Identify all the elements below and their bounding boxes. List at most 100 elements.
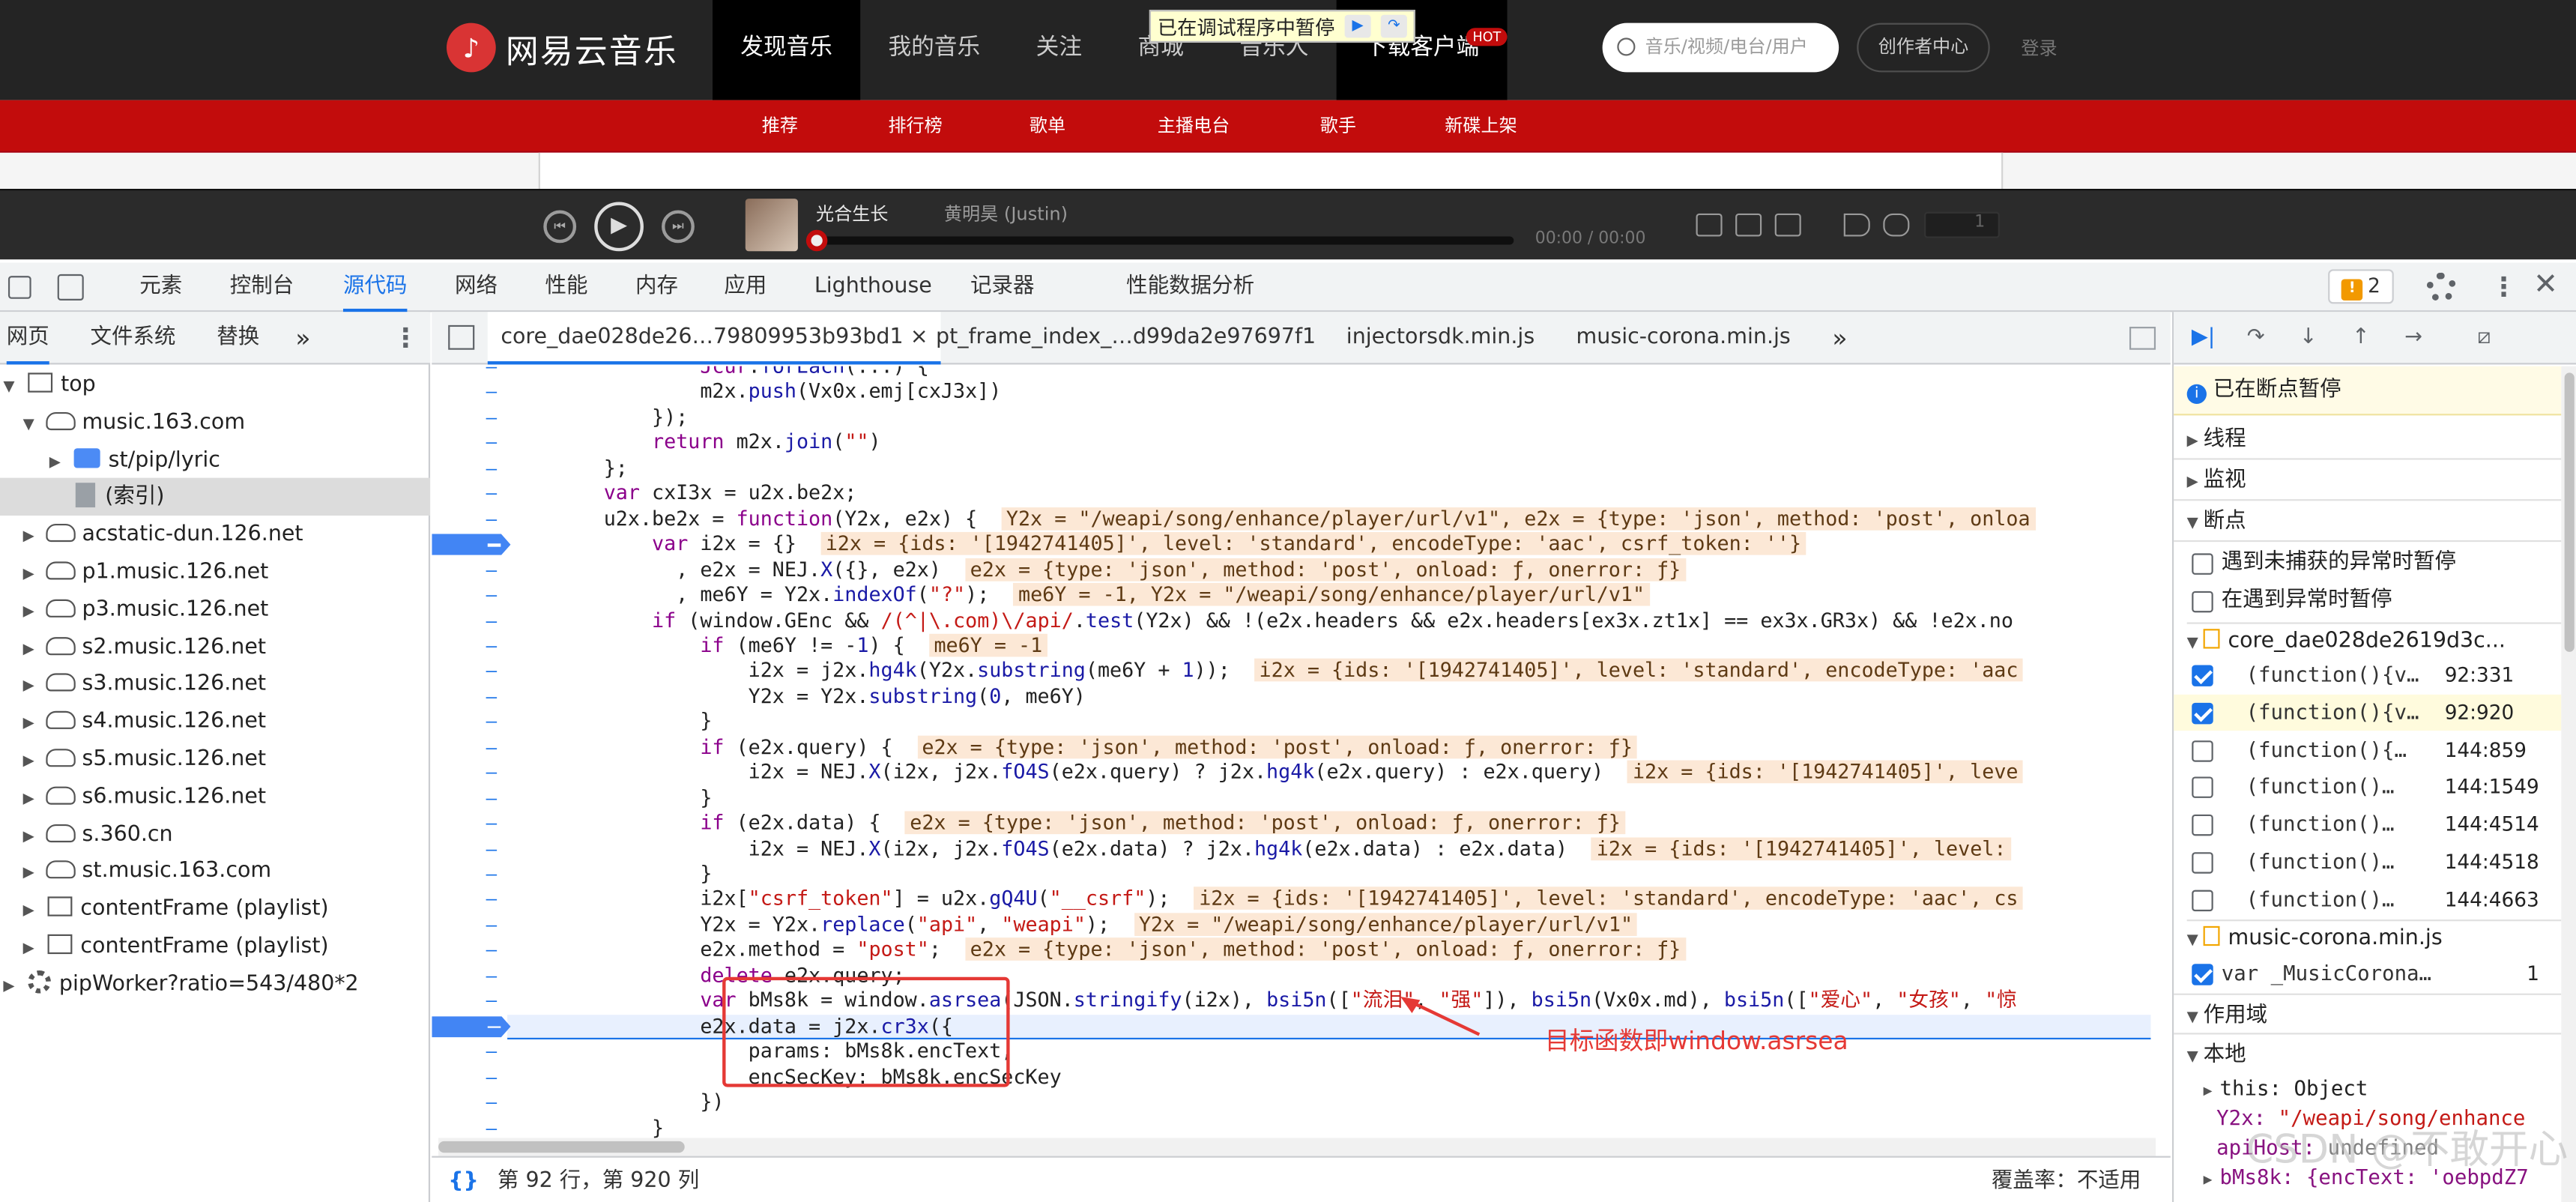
- device-toolbar-icon[interactable]: [57, 274, 84, 300]
- code-line[interactable]: – if (e2x.query) { e2x = {type: 'json', …: [432, 735, 2150, 761]
- code-line[interactable]: – delete e2x.query;: [432, 964, 2150, 989]
- nav-discover[interactable]: 发现音乐: [712, 0, 861, 100]
- sidebar-scroll-thumb[interactable]: [2564, 372, 2575, 652]
- editor-tab-core[interactable]: core_dae028de26…79809953b93bd1 ×: [487, 312, 942, 365]
- tree-item[interactable]: ▶ acstatic-dun.126.net: [0, 516, 430, 553]
- add-to-playlist-icon[interactable]: [1735, 213, 1762, 237]
- progress-bar[interactable]: [805, 229, 1514, 252]
- watch-section[interactable]: ▶ 监视: [2174, 460, 2562, 501]
- tree-item[interactable]: ▶ pipWorker?ratio=543/480*2: [0, 965, 430, 1003]
- tree-item[interactable]: ▶ s3.music.126.net: [0, 665, 430, 703]
- code-line[interactable]: – m2x.push(Vx0x.emj[cxJ3x]): [432, 380, 2150, 405]
- tab-overrides[interactable]: 替换: [217, 312, 259, 364]
- expand-arrow-icon[interactable]: ▶: [23, 893, 40, 931]
- expand-arrow-icon[interactable]: ▶: [23, 632, 40, 669]
- more-options-icon[interactable]: ⋮: [2491, 271, 2517, 303]
- editor-tab-music-corona[interactable]: music-corona.min.js: [1576, 312, 1791, 364]
- subnav-new-album[interactable]: 新碟上架: [1445, 100, 1517, 151]
- tab-performance[interactable]: 性能: [545, 263, 587, 312]
- breakpoint-row[interactable]: (function(){… 144:859: [2174, 731, 2561, 767]
- gutter-dash[interactable]: –: [486, 405, 498, 431]
- subnav-playlist[interactable]: 歌单: [1030, 100, 1065, 151]
- code-line[interactable]: – encSecKey: bMs8k.encSecKey: [432, 1065, 2150, 1090]
- pause-caught-checkbox[interactable]: [2192, 591, 2213, 613]
- code-line[interactable]: – }: [432, 1116, 2150, 1138]
- breakpoint-row[interactable]: (function(){v… 92:920: [2174, 694, 2562, 731]
- gutter-dash[interactable]: –: [486, 380, 498, 405]
- progress-handle[interactable]: [805, 229, 828, 252]
- expand-arrow-icon[interactable]: ▶: [23, 782, 40, 819]
- breakpoint-row[interactable]: (function()… 144:4518: [2174, 844, 2561, 880]
- gutter-dash[interactable]: –: [486, 735, 498, 761]
- deactivate-breakpoints-icon[interactable]: ⧄: [2466, 325, 2502, 351]
- code-line[interactable]: e2x.data = j2x.cr3x({: [432, 1014, 2151, 1040]
- breakpoint-row[interactable]: (function(){v… 92:331: [2174, 656, 2561, 692]
- song-title[interactable]: 光合生长: [816, 200, 888, 226]
- code-line[interactable]: – };: [432, 456, 2150, 482]
- tab-performance-insights[interactable]: 性能数据分析: [1126, 263, 1254, 312]
- tree-item[interactable]: ▶ p3.music.126.net: [0, 591, 430, 628]
- gutter-dash[interactable]: –: [486, 812, 498, 837]
- tree-item[interactable]: ▶ st/pip/lyric: [0, 441, 430, 479]
- close-tab-icon[interactable]: ×: [910, 325, 928, 350]
- code-line[interactable]: – u2x.be2x = function(Y2x, e2x) { Y2x = …: [432, 507, 2150, 532]
- expand-arrow-icon[interactable]: ▼: [23, 407, 40, 444]
- tree-item[interactable]: ▼ top: [0, 366, 430, 404]
- toggle-debugger-icon[interactable]: [2129, 327, 2156, 350]
- gutter-dash[interactable]: –: [486, 1090, 498, 1116]
- code-line[interactable]: – var bMs8k = window.asrsea(JSON.stringi…: [432, 989, 2150, 1015]
- tab-memory[interactable]: 内存: [635, 263, 678, 312]
- code-line[interactable]: – if (me6Y != -1) { me6Y = -1: [432, 633, 2150, 659]
- gutter-dash[interactable]: –: [486, 431, 498, 456]
- breakpoint-marker-icon[interactable]: [432, 534, 511, 555]
- tab-application[interactable]: 应用: [724, 263, 767, 312]
- inspect-element-icon[interactable]: [7, 276, 31, 299]
- code-line[interactable]: – }: [432, 862, 2150, 887]
- step-icon[interactable]: →: [2401, 325, 2427, 351]
- gutter-dash[interactable]: –: [486, 786, 498, 812]
- breakpoint-checkbox[interactable]: [2192, 890, 2213, 911]
- expand-arrow-icon[interactable]: ▶: [23, 557, 40, 594]
- site-logo[interactable]: ♪ 网易云音乐: [447, 22, 678, 73]
- gutter-dash[interactable]: –: [486, 659, 498, 685]
- code-line[interactable]: – , me6Y = Y2x.indexOf("?"); me6Y = -1, …: [432, 582, 2150, 608]
- editor-tab-pt-frame[interactable]: pt_frame_index_…d99da2e97697f1: [936, 312, 1316, 364]
- code-line[interactable]: – Jcur.forEach(...) {: [432, 366, 2150, 381]
- tab-sources[interactable]: 源代码: [342, 263, 408, 312]
- code-line[interactable]: – }: [432, 786, 2150, 812]
- gutter-dash[interactable]: –: [486, 583, 498, 608]
- breakpoints-section[interactable]: ▼ 断点: [2174, 501, 2562, 543]
- expand-arrow-icon[interactable]: ▶: [3, 968, 19, 1006]
- nav-my-music[interactable]: 我的音乐: [860, 0, 1008, 100]
- threads-section[interactable]: ▶ 线程: [2174, 419, 2562, 460]
- expand-arrow-icon[interactable]: ▶: [23, 519, 40, 557]
- code-line[interactable]: – i2x["csrf_token"] = u2x.gQ4U("__csrf")…: [432, 887, 2150, 913]
- source-code[interactable]: – Jcur.forEach(...) {– m2x.push(Vx0x.emj…: [432, 366, 2151, 1138]
- horizontal-scrollbar[interactable]: [438, 1138, 2156, 1156]
- nav-follow[interactable]: 关注: [1008, 0, 1110, 100]
- breakpoint-checkbox[interactable]: [2192, 852, 2213, 874]
- volume-icon[interactable]: [1843, 213, 1870, 237]
- bp-file-core[interactable]: ▼ core_dae028de2619d3c...: [2186, 622, 2562, 662]
- pause-uncaught-checkbox[interactable]: [2192, 553, 2213, 575]
- code-line[interactable]: – if (e2x.data) { e2x = {type: 'json', m…: [432, 811, 2150, 837]
- tab-filesystem[interactable]: 文件系统: [91, 312, 176, 364]
- expand-arrow-icon[interactable]: ▶: [23, 856, 40, 893]
- bp-file-corona[interactable]: ▼ music-corona.min.js: [2186, 919, 2562, 959]
- tree-item[interactable]: ▶ p1.music.126.net: [0, 553, 430, 591]
- gutter-dash[interactable]: –: [486, 989, 498, 1015]
- resume-icon[interactable]: ▶: [1344, 14, 1371, 38]
- navigator-menu-icon[interactable]: ⋮: [393, 312, 419, 364]
- code-line[interactable]: var i2x = {} i2x = {ids: '[1942741405]',…: [432, 532, 2150, 558]
- gutter-dash[interactable]: –: [486, 482, 498, 507]
- step-over-icon[interactable]: ↷: [2243, 325, 2269, 351]
- tab-recorder[interactable]: 记录器: [970, 263, 1034, 312]
- login-link[interactable]: 登录: [2021, 34, 2057, 61]
- code-line[interactable]: – params: bMs8k.encText,: [432, 1039, 2150, 1065]
- expand-arrow-icon[interactable]: ▶: [23, 931, 40, 968]
- code-line[interactable]: – i2x = NEJ.X(i2x, j2x.fO4S(e2x.data) ? …: [432, 836, 2150, 863]
- step-over-icon[interactable]: ↷: [1380, 14, 1407, 38]
- more-files-icon[interactable]: »: [1832, 312, 1847, 364]
- gutter-dash[interactable]: –: [486, 456, 498, 482]
- creator-center-button[interactable]: 创作者中心: [1857, 22, 1990, 73]
